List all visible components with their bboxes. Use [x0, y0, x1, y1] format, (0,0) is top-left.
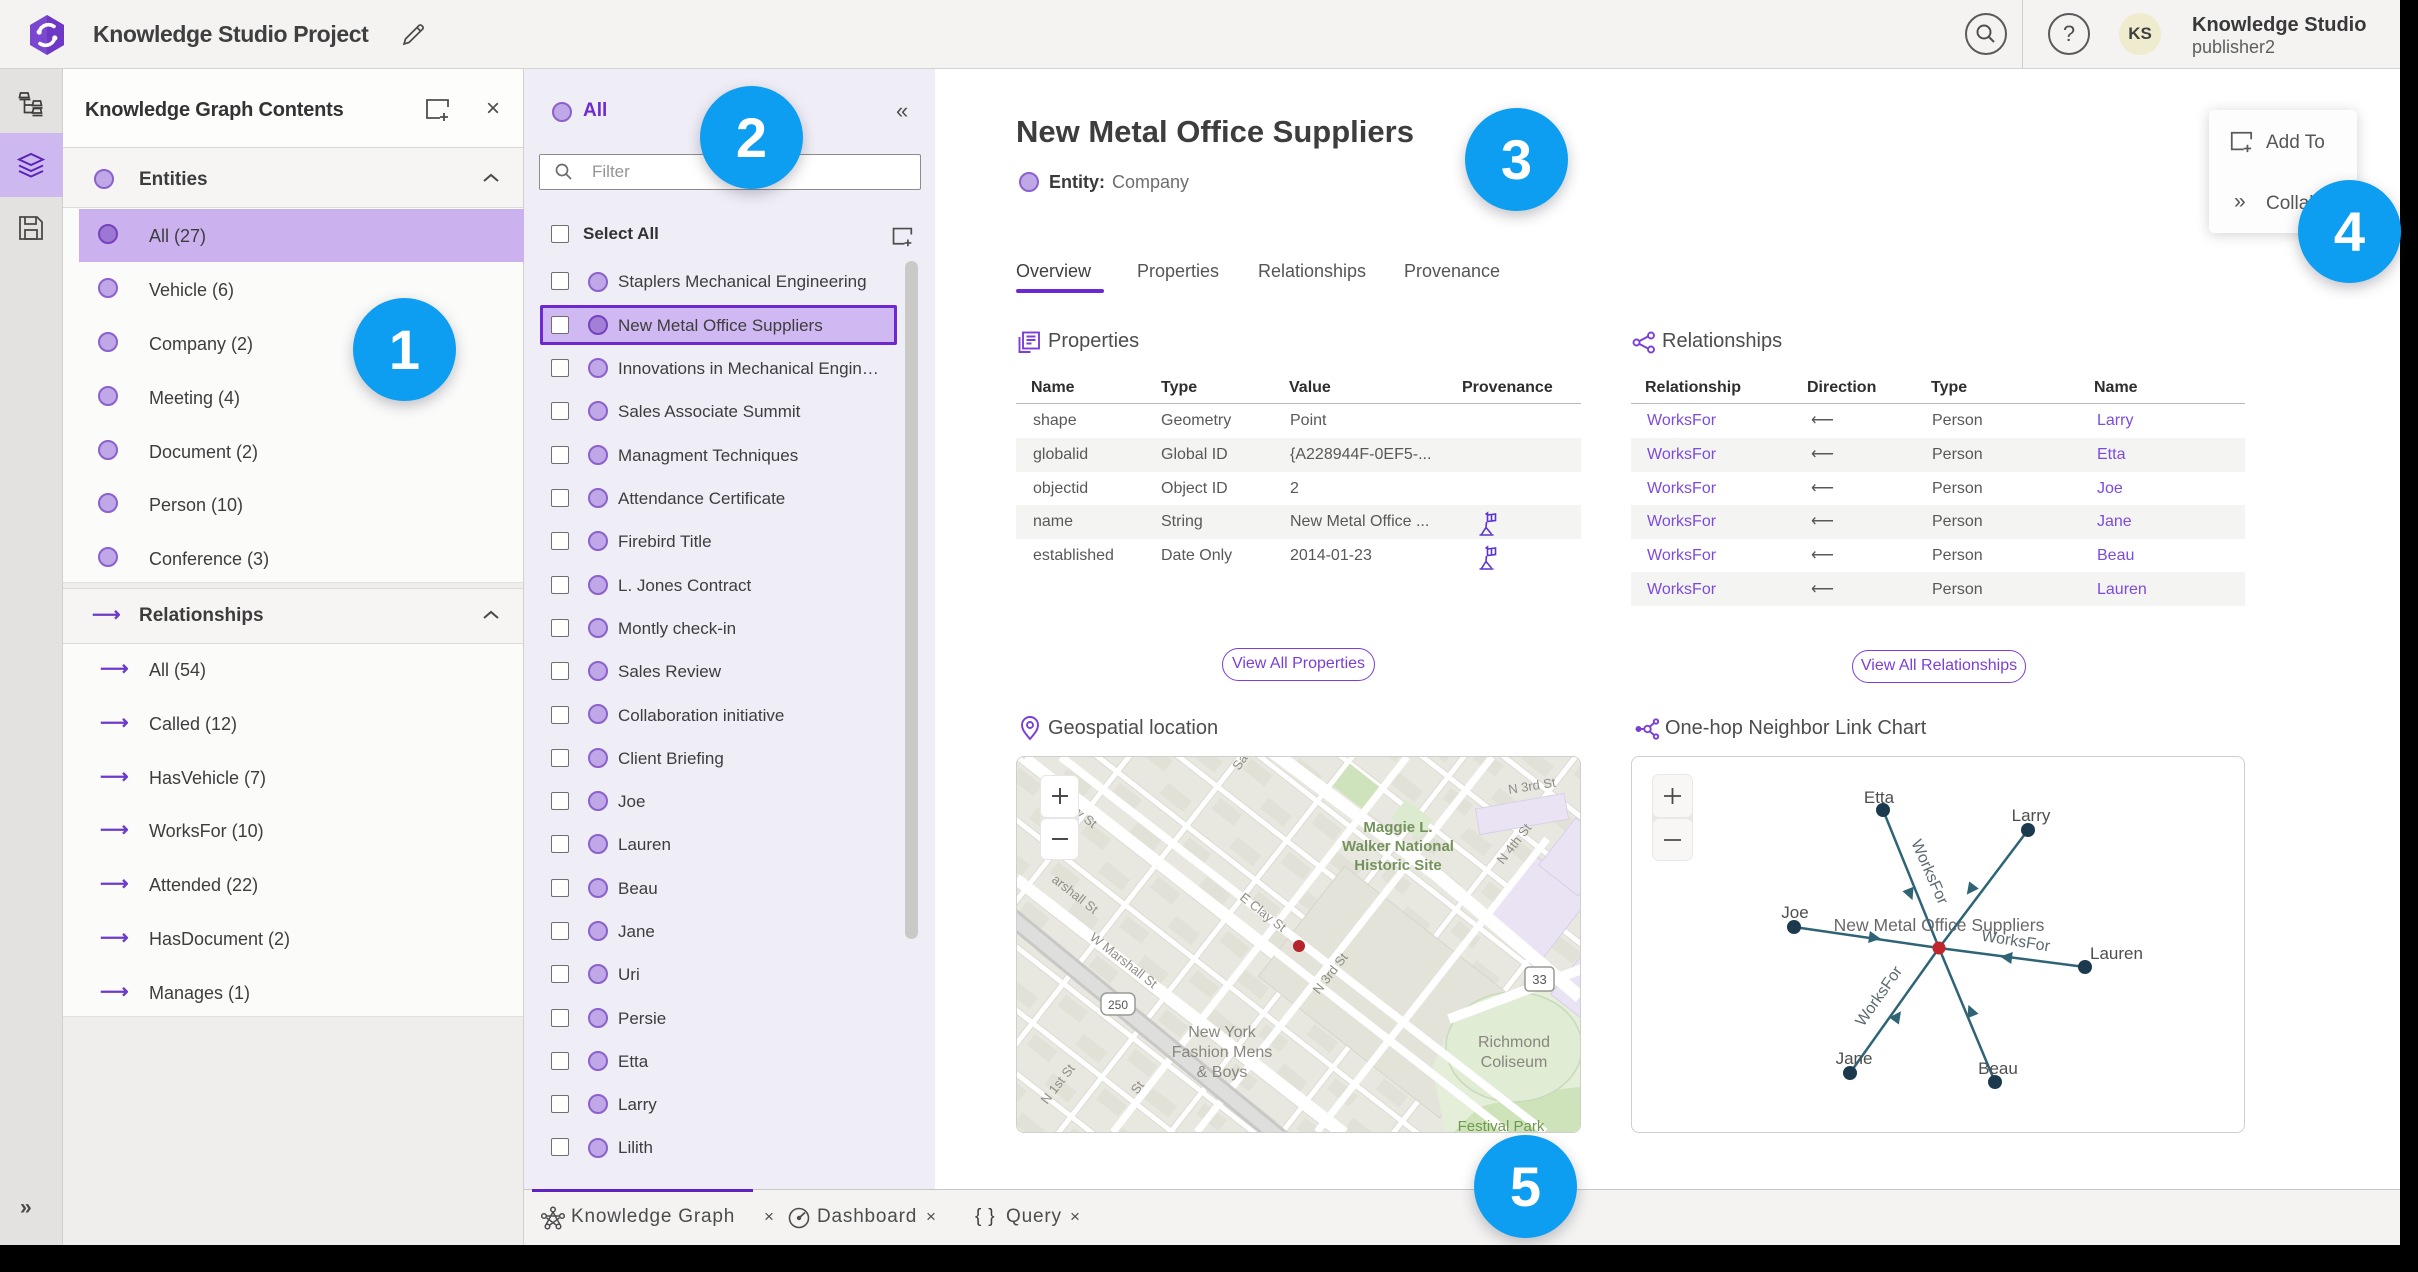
svg-text:& Boys: & Boys	[1197, 1064, 1248, 1081]
svg-text:WorksFor: WorksFor	[1907, 837, 1951, 908]
svg-text:Festival Park: Festival Park	[1458, 1118, 1545, 1132]
svg-text:Coliseum: Coliseum	[1481, 1054, 1548, 1071]
svg-text:Richmond: Richmond	[1478, 1034, 1550, 1051]
svg-text:Joe: Joe	[1781, 903, 1808, 922]
svg-text:New York: New York	[1188, 1024, 1257, 1041]
svg-text:250: 250	[1108, 998, 1128, 1012]
svg-text:Fashion Mens: Fashion Mens	[1172, 1044, 1273, 1061]
svg-text:Walker National: Walker National	[1342, 838, 1454, 855]
svg-text:Jane: Jane	[1836, 1049, 1873, 1068]
svg-text:Larry: Larry	[2012, 806, 2051, 825]
svg-text:Lauren: Lauren	[2090, 944, 2143, 963]
svg-text:Etta: Etta	[1864, 788, 1895, 807]
svg-text:Beau: Beau	[1978, 1059, 2018, 1078]
svg-text:Maggie L.: Maggie L.	[1363, 819, 1432, 836]
svg-text:Historic Site: Historic Site	[1354, 857, 1442, 874]
svg-text:33: 33	[1532, 972, 1546, 987]
